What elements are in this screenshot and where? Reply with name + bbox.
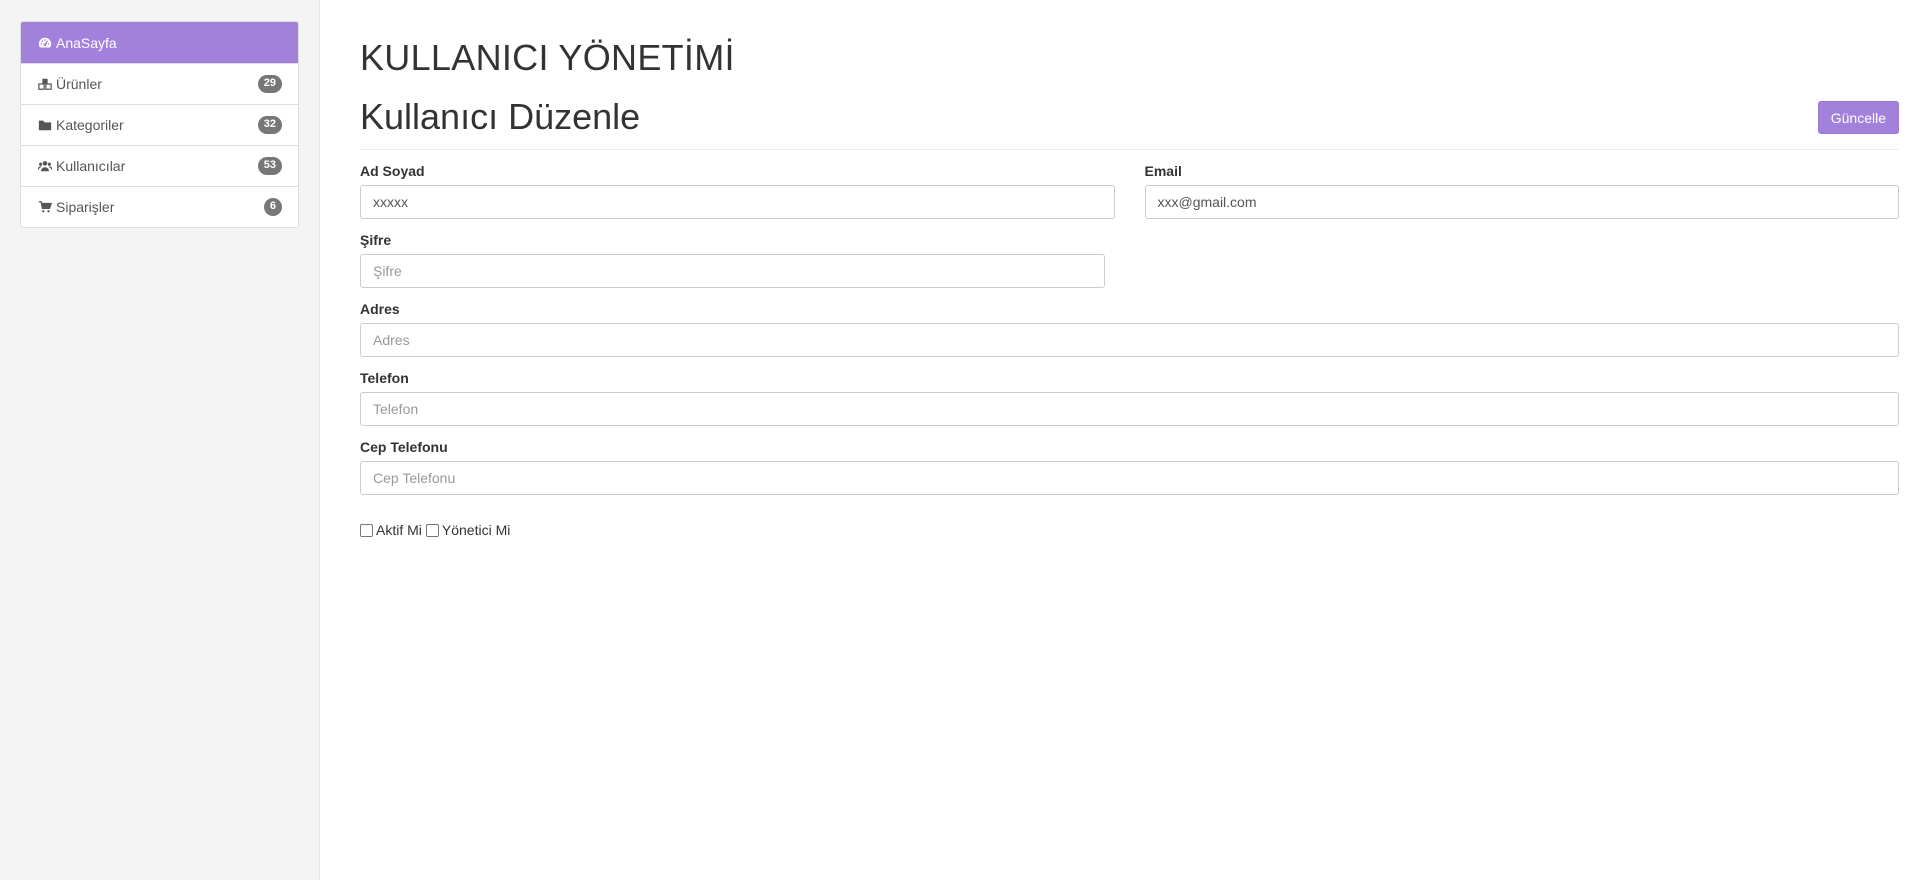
main-content: KULLANICI YÖNETİMİ Kullanıcı Düzenle Gün… bbox=[320, 0, 1920, 880]
active-checkbox-label[interactable]: Aktif Mi bbox=[360, 522, 422, 538]
name-label: Ad Soyad bbox=[360, 163, 425, 179]
count-badge: 6 bbox=[263, 198, 282, 216]
sidebar-nav: AnaSayfa Ürünler 29 Kategoriler 32 Kulla… bbox=[20, 21, 299, 228]
form-row-phone: Telefon bbox=[360, 370, 1899, 426]
password-label: Şifre bbox=[360, 232, 392, 248]
email-label: Email bbox=[1144, 163, 1182, 179]
count-badge: 29 bbox=[257, 75, 282, 93]
admin-checkbox-label[interactable]: Yönetici Mi bbox=[425, 522, 511, 538]
page-title: KULLANICI YÖNETİMİ bbox=[360, 37, 735, 78]
form-row-mobile: Cep Telefonu bbox=[360, 439, 1899, 495]
sidebar-item-kullanicilar[interactable]: Kullanıcılar 53 bbox=[21, 145, 298, 186]
sidebar-item-label: Ürünler bbox=[56, 76, 102, 92]
phone-field[interactable] bbox=[360, 392, 1899, 426]
cubes-icon bbox=[38, 78, 52, 90]
email-group: Email bbox=[1144, 163, 1899, 219]
app-layout: AnaSayfa Ürünler 29 Kategoriler 32 Kulla… bbox=[0, 0, 1920, 880]
mobile-label: Cep Telefonu bbox=[360, 439, 448, 455]
folder-icon bbox=[38, 120, 52, 131]
cart-icon bbox=[38, 201, 52, 213]
update-button[interactable]: Güncelle bbox=[1817, 100, 1899, 134]
phone-label: Telefon bbox=[360, 370, 409, 386]
sidebar-item-label: Kullanıcılar bbox=[56, 158, 126, 174]
mobile-group: Cep Telefonu bbox=[360, 439, 1899, 495]
sidebar-item-urunler[interactable]: Ürünler 29 bbox=[21, 63, 298, 104]
name-field[interactable] bbox=[360, 185, 1115, 219]
form-row-name-email: Ad Soyad Email bbox=[360, 163, 1899, 219]
users-icon bbox=[38, 161, 52, 172]
sidebar-item-label: Kategoriler bbox=[56, 117, 124, 133]
mobile-field[interactable] bbox=[360, 461, 1899, 495]
name-group: Ad Soyad bbox=[360, 163, 1115, 219]
section-header: Kullanıcı Düzenle Güncelle bbox=[360, 95, 1899, 150]
admin-checkbox-text: Yönetici Mi bbox=[441, 522, 511, 538]
form-row-address: Adres bbox=[360, 301, 1899, 357]
address-label: Adres bbox=[360, 301, 400, 317]
sidebar-item-label: Siparişler bbox=[56, 199, 115, 215]
count-badge: 32 bbox=[257, 116, 282, 134]
sidebar-item-label: AnaSayfa bbox=[56, 34, 117, 51]
sidebar-item-siparisler[interactable]: Siparişler 6 bbox=[21, 186, 298, 227]
sidebar-item-kategoriler[interactable]: Kategoriler 32 bbox=[21, 104, 298, 145]
dashboard-icon bbox=[38, 37, 52, 48]
sidebar: AnaSayfa Ürünler 29 Kategoriler 32 Kulla… bbox=[0, 0, 320, 880]
email-field[interactable] bbox=[1144, 185, 1899, 219]
checkbox-row: Aktif Mi Yönetici Mi bbox=[360, 522, 1899, 538]
active-checkbox[interactable] bbox=[360, 523, 373, 537]
admin-checkbox[interactable] bbox=[425, 523, 439, 537]
address-field[interactable] bbox=[360, 323, 1899, 357]
phone-group: Telefon bbox=[360, 370, 1899, 426]
form-row-password: Şifre bbox=[360, 232, 1899, 288]
address-group: Adres bbox=[360, 301, 1899, 357]
sidebar-item-anasayfa[interactable]: AnaSayfa bbox=[21, 22, 298, 63]
count-badge: 53 bbox=[257, 157, 282, 175]
section-title: Kullanıcı Düzenle bbox=[360, 96, 641, 137]
password-field[interactable] bbox=[360, 254, 1105, 288]
active-checkbox-text: Aktif Mi bbox=[376, 522, 422, 538]
password-group: Şifre bbox=[360, 232, 1105, 288]
